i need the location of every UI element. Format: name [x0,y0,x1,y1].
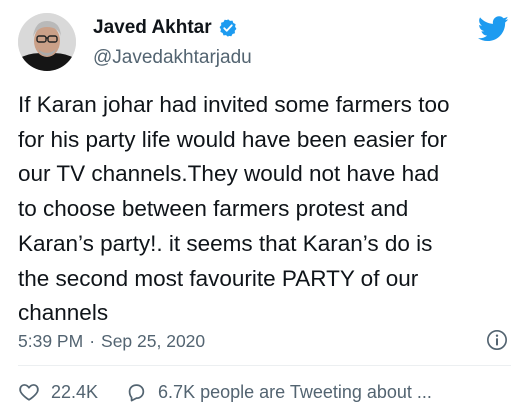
info-icon[interactable] [486,329,508,351]
divider [18,365,511,366]
like-button[interactable]: 22.4K [18,381,98,403]
author-name[interactable]: Javed Akhtar [93,17,212,39]
avatar[interactable] [18,13,76,71]
action-bar: 22.4K 6.7K people are Tweeting about ... [18,381,432,403]
conversation-link[interactable]: 6.7K people are Tweeting about ... [125,381,432,403]
verified-badge-icon [219,19,237,37]
tweet-timestamp[interactable]: 5:39 PM · Sep 25, 2020 [18,331,205,352]
twitter-bird-icon[interactable] [478,16,509,42]
author-handle[interactable]: @Javedakhtarjadu [93,47,252,69]
heart-icon [19,384,39,401]
conversation-text: 6.7K people are Tweeting about ... [158,381,432,402]
speech-bubble-icon [128,384,145,402]
meta-separator: · [89,331,96,351]
tweet-date: Sep 25, 2020 [101,331,206,351]
author-name-row: Javed Akhtar [93,17,238,39]
tweet-text: If Karan johar had invited some farmers … [18,92,450,326]
tweet-time: 5:39 PM [18,331,84,351]
like-count: 22.4K [51,381,99,402]
avatar-photo [18,13,76,71]
